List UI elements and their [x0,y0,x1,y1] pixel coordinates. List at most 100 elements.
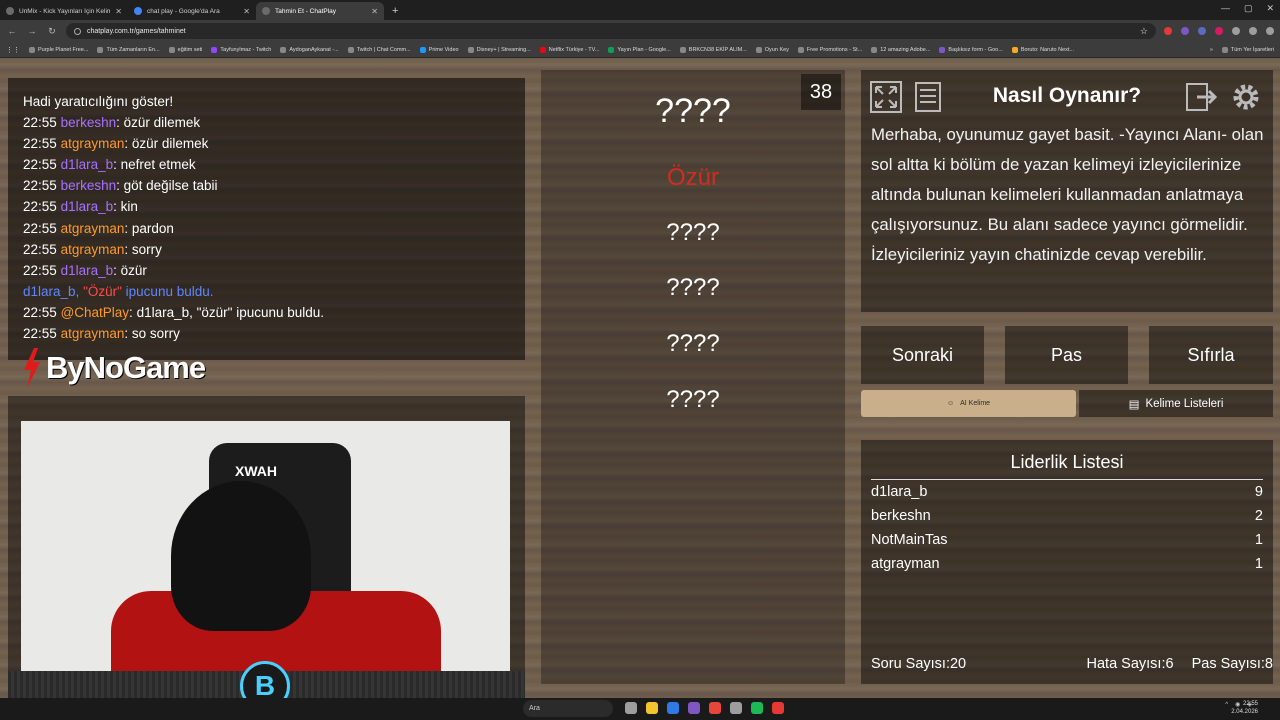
task-view-icon[interactable] [625,702,637,714]
bookmark-favicon-icon [871,46,878,53]
bookmark-item[interactable]: Başlıksız form - Goo... [939,46,1003,53]
chat-username[interactable]: d1lara_b [61,263,114,278]
sheets-icon [608,46,615,53]
bookmark-item[interactable]: 12 amazing Adobe... [871,46,930,53]
copilot-icon[interactable] [667,702,679,714]
chat-separator: : [113,199,117,215]
bookmark-label: Purple Planet Free... [38,46,89,53]
chat-message: 22:55 berkeshn: özür dilemek [23,112,510,133]
app-icon[interactable] [772,702,784,714]
streamer [111,481,441,671]
chat-username[interactable]: berkeshn [61,115,117,130]
bookmark-item[interactable]: Twitch | Chat Comm... [347,46,411,53]
chat-username[interactable]: @ChatPlay [61,305,129,320]
bookmark-item[interactable]: Yayın Plan - Google... [608,46,671,53]
chat-username[interactable]: d1lara_b [61,199,114,214]
chat-message: 22:55 d1lara_b: özür [23,260,510,281]
chat-username[interactable]: berkeshn [61,178,117,193]
chat-timestamp: 22:55 [23,304,57,320]
extension-icon[interactable] [1198,27,1206,35]
close-tab-icon[interactable]: ✕ [243,7,250,16]
chat-message: 22:55 d1lara_b: kin [23,196,510,217]
maximize-icon[interactable]: ▢ [1244,3,1253,14]
leaderboard-title: Liderlik Listesi [871,452,1263,480]
chat-username[interactable]: atgrayman [61,136,125,151]
bookmark-item[interactable]: Free Promotions - St... [797,46,862,53]
bookmark-item[interactable]: Tayfunylmaz - Twitch [211,46,271,53]
new-tab-icon[interactable]: + [384,5,406,20]
browser-tab-active[interactable]: Tahmin Et - ChatPlay ✕ [256,2,384,20]
reset-button[interactable]: Sıfırla [1149,326,1273,384]
chair-logo-text: XWAH [235,463,277,479]
exit-icon[interactable] [1185,80,1219,114]
bookmark-star-icon[interactable]: ☆ [1140,26,1148,37]
list-icon: ▤ [1128,398,1140,411]
close-window-icon[interactable]: ✕ [1266,3,1274,14]
taskbar-clock[interactable]: 22:55 2.04.2026 [1231,700,1258,716]
all-bookmarks-button[interactable]: Tüm Yer İşaretleri [1221,46,1274,53]
chat-username[interactable]: d1lara_b [61,157,114,172]
bookmark-item[interactable]: eğitim seti [168,46,202,53]
close-tab-icon[interactable]: ✕ [371,7,378,16]
tab-favicon-icon [6,7,14,15]
bookmark-label: Prime Video [428,46,459,53]
chat-separator: : [113,157,117,173]
minimize-icon[interactable]: — [1221,3,1230,14]
extension-icon[interactable] [1232,27,1240,35]
taskbar-apps [625,702,784,714]
browser-tab[interactable]: chat play - Google'da Ara ✕ [128,2,256,20]
spotify-icon[interactable] [751,702,763,714]
site-info-icon[interactable] [74,27,81,35]
bookmark-label: Tüm Zamanların En... [106,46,160,53]
apps-icon[interactable]: ⋮⋮ [6,46,20,54]
file-explorer-icon[interactable] [646,702,658,714]
bookmark-item[interactable]: Boruto: Naruto Next... [1011,46,1074,53]
clock-date: 2.04.2026 [1231,709,1258,715]
chat-separator: : [124,241,129,257]
bookmark-item[interactable]: Disney+ | Streaming... [467,46,531,53]
chat-username[interactable]: atgrayman [61,242,125,257]
extension-icon[interactable] [1164,27,1172,35]
chat-text: özür [120,262,147,278]
back-icon[interactable]: ← [6,26,18,36]
chat-username[interactable]: atgrayman [61,221,125,236]
tray-arrow-icon[interactable]: ^ [1225,702,1228,708]
twitch-icon [211,46,218,53]
obs-icon[interactable] [730,702,742,714]
gear-icon[interactable] [1229,80,1263,114]
bookmark-label: BRKCN38 EKİP ALIM... [688,46,747,53]
bookmark-item[interactable]: Purple Planet Free... [29,46,89,53]
more-bookmarks-icon[interactable]: » [1210,47,1213,53]
url-field[interactable]: chatplay.com.tr/games/tahminet ☆ [66,23,1156,39]
next-button[interactable]: Sonraki [861,326,984,384]
extension-icon[interactable] [1215,27,1223,35]
chat-username[interactable]: atgrayman [61,326,125,341]
ai-word-label: AI Kelime [960,400,991,407]
menu-icon[interactable] [1266,27,1274,35]
pass-button[interactable]: Pas [1005,326,1128,384]
profile-icon[interactable] [1249,27,1257,35]
bookmark-item[interactable]: Netflix Türkiye - TV... [539,46,599,53]
word-lists-button[interactable]: ▤ Kelime Listeleri [1079,390,1273,417]
bookmark-item[interactable]: Oyun Key [755,46,789,53]
logo-text: ByNoGame [46,350,206,385]
app-icon[interactable] [688,702,700,714]
sponsor-logo: ByNoGame [22,348,206,388]
bookmark-item[interactable]: Tüm Zamanların En... [97,46,160,53]
taskbar-search[interactable]: Ara [523,700,613,717]
close-tab-icon[interactable]: ✕ [115,7,122,16]
address-bar: ← → ↻ chatplay.com.tr/games/tahminet ☆ [0,20,1280,42]
game-stats: Soru Sayısı:20 Hata Sayısı:6 Pas Sayısı:… [871,656,1273,672]
extension-icon[interactable] [1181,27,1189,35]
forward-icon[interactable]: → [26,26,38,36]
bookmark-item[interactable]: BRKCN38 EKİP ALIM... [679,46,747,53]
ai-word-button[interactable]: ☺ AI Kelime [861,390,1076,417]
hint-text: ipucunu buldu. [125,283,214,299]
player-name: NotMainTas [871,532,948,548]
hidden-word: ???? [666,219,720,246]
bookmark-item[interactable]: Prime Video [419,46,459,53]
reload-icon[interactable]: ↻ [46,26,58,37]
chrome-icon[interactable] [709,702,721,714]
bookmark-item[interactable]: AydoganAykanat -... [280,46,339,53]
browser-tab[interactable]: UnMix - Kick Yayınları İçin Kelim ✕ [0,2,128,20]
